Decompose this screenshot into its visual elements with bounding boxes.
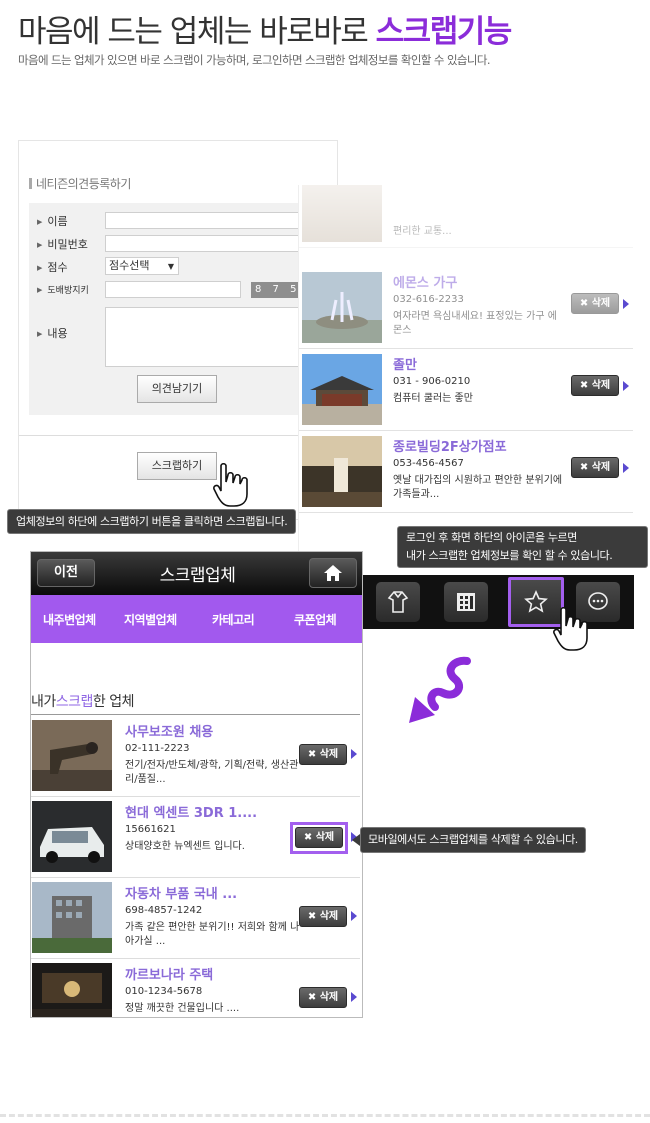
- label-content: 내용: [37, 325, 67, 341]
- item-name[interactable]: 까르보나라 주택: [125, 964, 213, 983]
- delete-button[interactable]: ✖ 삭제: [295, 827, 343, 848]
- divider: [31, 714, 360, 715]
- thumbnail: [302, 185, 382, 242]
- page-subtitle: 마음에 드는 업체가 있으면 바로 스크랩이 가능하며, 로그인하면 스크랩한 …: [18, 53, 491, 67]
- chevron-down-icon: ▼: [167, 262, 174, 271]
- list-item[interactable]: 자동차 부품 국내 ... 698-4857-1242 가족 같은 편안한 분위…: [31, 878, 360, 959]
- name-input[interactable]: [105, 212, 327, 229]
- list-item[interactable]: 종로빌딩2F상가점포 053-456-4567 옛날 대가집의 시원하고 편안한…: [299, 431, 633, 513]
- arrow-right-icon: [351, 911, 357, 921]
- item-name[interactable]: 자동차 부품 국내 ...: [125, 883, 237, 902]
- divider: [19, 435, 339, 436]
- arrow-right-icon: [623, 463, 629, 473]
- submit-opinion-button[interactable]: 의견남기기: [137, 375, 217, 403]
- list-item[interactable]: 까르보나라 주택 010-1234-5678 정말 깨끗한 건물입니다 ....…: [31, 959, 360, 1017]
- item-phone: 053-456-4567: [393, 458, 464, 469]
- opinion-form: 이름 비밀번호 점수 점수선택▼ 도배방지키 8 7 5 2 내용 의견남기기: [29, 203, 329, 415]
- building-icon[interactable]: [444, 582, 488, 622]
- item-desc: 전기/전자/반도체/광학, 기획/전략, 생산관리/품질...: [125, 760, 299, 785]
- dress-icon[interactable]: [376, 582, 420, 622]
- hand-cursor-icon: [213, 462, 248, 507]
- delete-button[interactable]: ✖ 삭제: [571, 457, 619, 478]
- list-item[interactable]: 편리한 교통...: [299, 185, 633, 248]
- label-password: 비밀번호: [37, 236, 87, 252]
- opinion-form-panel: 네티즌의견등록하기 이름 비밀번호 점수 점수선택▼ 도배방지키 8 7 5 2…: [18, 140, 339, 520]
- item-name[interactable]: 사무보조원 채용: [125, 721, 213, 740]
- thumbnail: [32, 801, 112, 872]
- nav-coupon[interactable]: 쿠폰업체: [294, 611, 337, 628]
- item-phone: 032-616-2233: [393, 294, 464, 305]
- home-icon[interactable]: [309, 558, 357, 588]
- mobile-screen: 이전 스크랩업체 내주변업체 지역별업체 카테고리 쿠폰업체 내가스크랩한 업체…: [30, 551, 363, 1018]
- thumbnail: [32, 882, 112, 953]
- mobile-hint-callout: 모바일에서도 스크랩업체를 삭제할 수 있습니다.: [360, 827, 586, 853]
- arrow-right-icon: [351, 749, 357, 759]
- item-phone: 010-1234-5678: [125, 986, 203, 997]
- delete-button[interactable]: ✖ 삭제: [299, 987, 347, 1008]
- thumbnail: [302, 272, 382, 343]
- delete-button[interactable]: ✖ 삭제: [571, 375, 619, 396]
- squiggle-arrow-icon: [409, 656, 471, 723]
- item-desc: 옛날 대가집의 시원하고 편안한 분위기에 가족들과...: [393, 475, 563, 500]
- bottom-tabbar: [362, 575, 634, 629]
- thumbnail: [32, 963, 112, 1017]
- nav-nearby[interactable]: 내주변업체: [43, 611, 96, 628]
- delete-button[interactable]: ✖ 삭제: [299, 906, 347, 927]
- callout-line: 로그인 후 화면 하단의 아이콘을 누르면: [406, 531, 578, 544]
- page-title: 마음에 드는 업체는 바로바로 스크랩기능: [18, 14, 512, 50]
- item-name[interactable]: 졸만: [393, 354, 417, 373]
- item-name[interactable]: 현대 엑센트 3DR 1....: [125, 802, 257, 821]
- item-name[interactable]: 에몬스 가구: [393, 272, 457, 291]
- spam-input[interactable]: [105, 281, 241, 298]
- content-textarea[interactable]: [105, 307, 327, 367]
- delete-button[interactable]: ✖ 삭제: [299, 744, 347, 765]
- section-title: 내가스크랩한 업체: [31, 694, 135, 710]
- label-score: 점수: [37, 259, 67, 275]
- label-name: 이름: [37, 213, 67, 229]
- thumbnail: [32, 720, 112, 791]
- score-select[interactable]: 점수선택 ▼: [105, 257, 179, 275]
- mobile-nav: 내주변업체 지역별업체 카테고리 쿠폰업체: [31, 595, 362, 643]
- hand-cursor-icon: [553, 606, 588, 651]
- callout-pointer: [352, 834, 360, 846]
- item-phone: 698-4857-1242: [125, 905, 203, 916]
- list-item[interactable]: 에몬스 가구 032-616-2233 여자라면 욕심내세요! 표정있는 가구 …: [299, 267, 633, 349]
- form-title: 네티즌의견등록하기: [29, 175, 131, 192]
- list-item[interactable]: 현대 엑센트 3DR 1.... 15661621 상태양호한 뉴엑센트 입니다…: [31, 797, 360, 878]
- login-hint-callout: 로그인 후 화면 하단의 아이콘을 누르면 내가 스크랩한 업체정보를 확인 할…: [397, 526, 648, 568]
- password-input[interactable]: [105, 235, 327, 252]
- scrap-button[interactable]: 스크랩하기: [137, 452, 217, 480]
- bottom-divider: [0, 1114, 650, 1117]
- item-phone: 02-111-2223: [125, 743, 190, 754]
- item-phone: 15661621: [125, 824, 176, 835]
- thumbnail: [302, 354, 382, 425]
- list-item[interactable]: 사무보조원 채용 02-111-2223 전기/전자/반도체/광학, 기획/전략…: [31, 716, 360, 797]
- arrow-right-icon: [351, 992, 357, 1002]
- item-desc: 여자라면 욕심내세요! 표정있는 가구 에몬스: [393, 311, 557, 336]
- item-desc: 편리한 교통...: [393, 226, 452, 237]
- scrap-hint-callout: 업체정보의 하단에 스크랩하기 버튼을 클릭하면 스크랩됩니다.: [7, 509, 297, 534]
- item-desc: 컴퓨터 쿨러는 좋만: [393, 393, 473, 404]
- mobile-topbar: 이전 스크랩업체: [31, 552, 362, 595]
- item-phone: 031 - 906-0210: [393, 376, 471, 387]
- nav-region[interactable]: 지역별업체: [124, 611, 177, 628]
- item-name[interactable]: 종로빌딩2F상가점포: [393, 436, 507, 455]
- label-spam: 도배방지키: [37, 283, 88, 296]
- item-desc: 상태양호한 뉴엑센트 입니다.: [125, 841, 245, 852]
- arrow-right-icon: [623, 381, 629, 391]
- delete-button[interactable]: ✖ 삭제: [571, 293, 619, 314]
- arrow-right-icon: [623, 299, 629, 309]
- item-desc: 정말 깨끗한 건물입니다 ....: [125, 1003, 240, 1014]
- list-item[interactable]: 졸만 031 - 906-0210 컴퓨터 쿨러는 좋만 ✖ 삭제: [299, 349, 633, 431]
- thumbnail: [302, 436, 382, 507]
- item-desc: 가족 같은 편안한 분위기!! 저희와 함께 나아가실 ...: [125, 922, 300, 947]
- callout-line: 내가 스크랩한 업체정보를 확인 할 수 있습니다.: [406, 549, 613, 562]
- nav-category[interactable]: 카테고리: [212, 611, 255, 628]
